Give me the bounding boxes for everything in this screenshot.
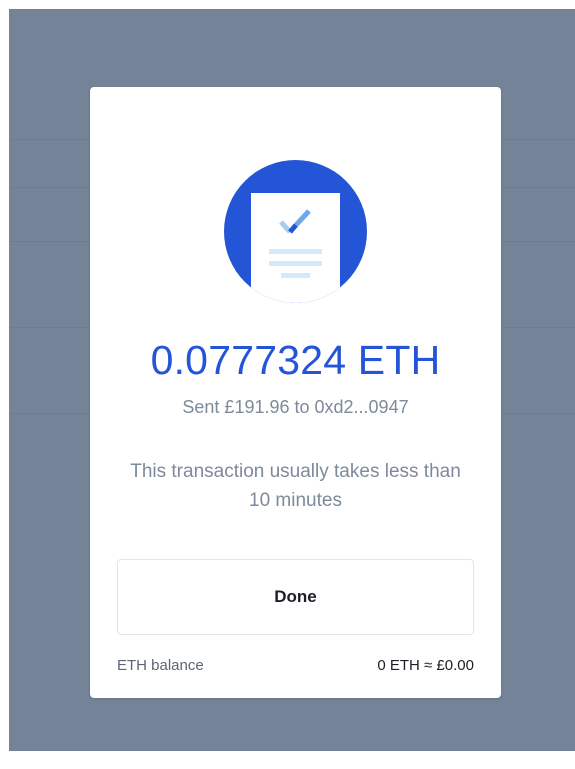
sent-summary: Sent £191.96 to 0xd2...0947 [182, 397, 409, 417]
transaction-sent-modal: 0.0777324 ETH Sent £191.96 to 0xd2...094… [90, 87, 501, 698]
sent-document-check-icon [224, 160, 367, 303]
transaction-time-note: This transaction usually takes less than… [130, 461, 461, 511]
done-button[interactable]: Done [117, 559, 474, 635]
sent-amount: 0.0777324 ETH [150, 337, 441, 383]
screen-overlay: 0.0777324 ETH Sent £191.96 to 0xd2...094… [9, 9, 575, 751]
balance-value: 0 ETH ≈ £0.00 [377, 657, 474, 674]
eth-balance-row: ETH balance 0 ETH ≈ £0.00 [117, 657, 474, 674]
balance-label: ETH balance [117, 657, 204, 674]
